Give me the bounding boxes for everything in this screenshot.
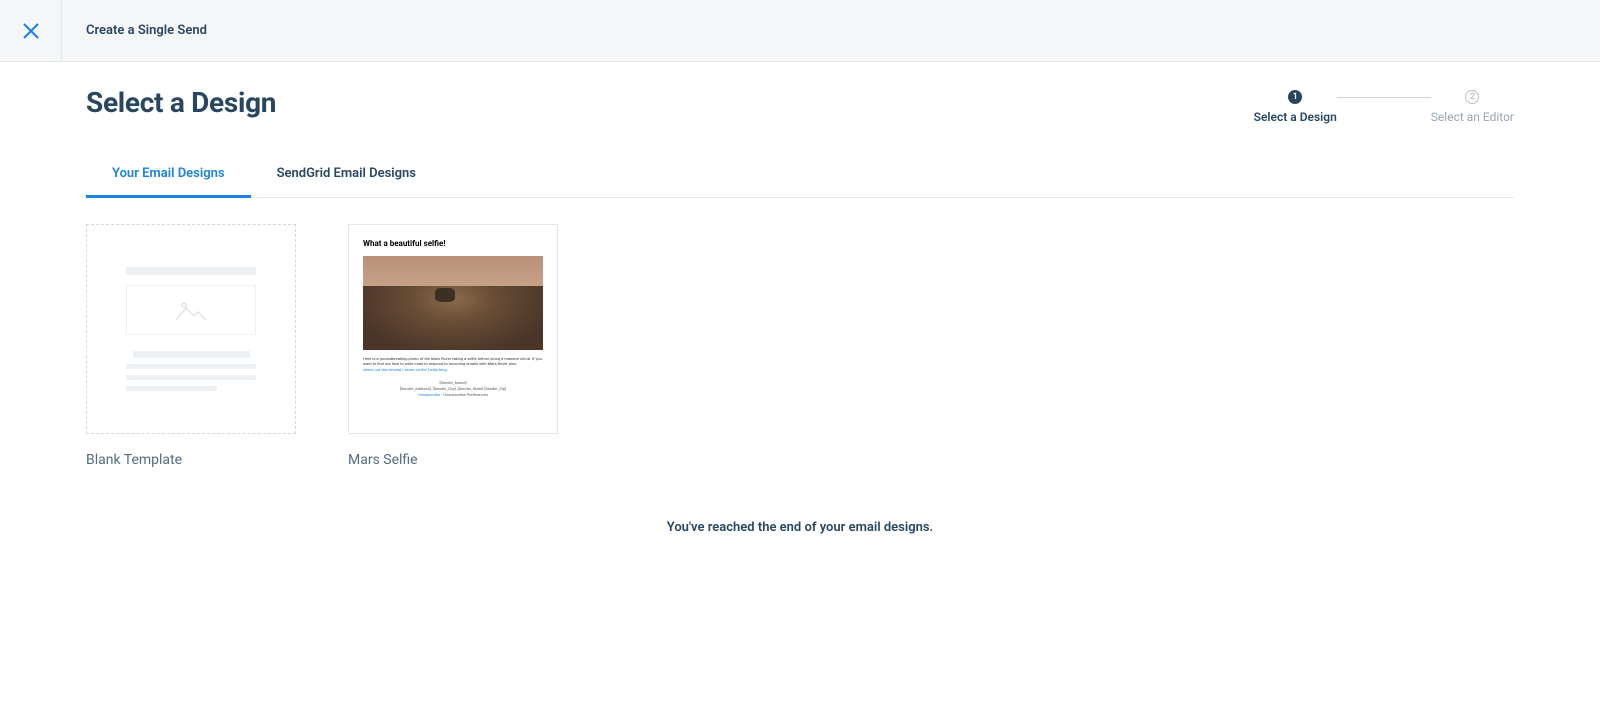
main-content: Select a Design 1 Select a Design 2 Sele… [0,62,1600,575]
design-label: Mars Selfie [348,452,558,468]
preview-title: What a beautiful selfie! [363,239,543,248]
preview-unsubscribe: Unsubscribe [418,392,440,397]
progress-stepper: 1 Select a Design 2 Select an Editor [1254,90,1514,124]
step-connector [1337,97,1431,98]
tab-sendgrid-designs[interactable]: SendGrid Email Designs [251,152,442,198]
designs-grid: Blank Template What a beautiful selfie! … [86,224,1514,468]
design-label: Blank Template [86,452,296,468]
preview-link: check out this tutorial I wrote on the T… [363,367,543,372]
end-of-list-message: You've reached the end of your email des… [86,520,1514,535]
step-label: Select a Design [1254,110,1337,124]
step-number: 1 [1288,90,1302,104]
title-row: Select a Design 1 Select a Design 2 Sele… [86,86,1514,124]
step-number: 2 [1465,90,1479,104]
image-placeholder-icon [174,298,208,322]
close-icon [23,23,39,39]
design-card-mars-selfie[interactable]: What a beautiful selfie! Here is a groun… [348,224,558,468]
preview-image [363,256,543,350]
preview-body: Here is a groundbreaking photo of the Ma… [363,356,543,366]
tab-your-designs[interactable]: Your Email Designs [86,152,251,198]
header: Create a Single Send [0,0,1600,62]
preview-footer: [Sender_Name] [Sender_Address], [Sender_… [363,380,543,397]
step-label: Select an Editor [1431,110,1514,124]
preview-preferences: - Unsubscribe Preferences [440,392,488,397]
header-title: Create a Single Send [86,23,207,38]
page-title: Select a Design [86,86,276,119]
design-card-blank[interactable]: Blank Template [86,224,296,468]
step-select-editor: 2 Select an Editor [1431,90,1514,124]
step-select-design: 1 Select a Design [1254,90,1337,124]
close-button[interactable] [0,0,62,62]
blank-template-thumbnail [86,224,296,434]
tabs: Your Email Designs SendGrid Email Design… [86,152,1514,198]
mars-selfie-thumbnail: What a beautiful selfie! Here is a groun… [348,224,558,434]
preview-footer-unsub-row: Unsubscribe - Unsubscribe Preferences [363,392,543,398]
